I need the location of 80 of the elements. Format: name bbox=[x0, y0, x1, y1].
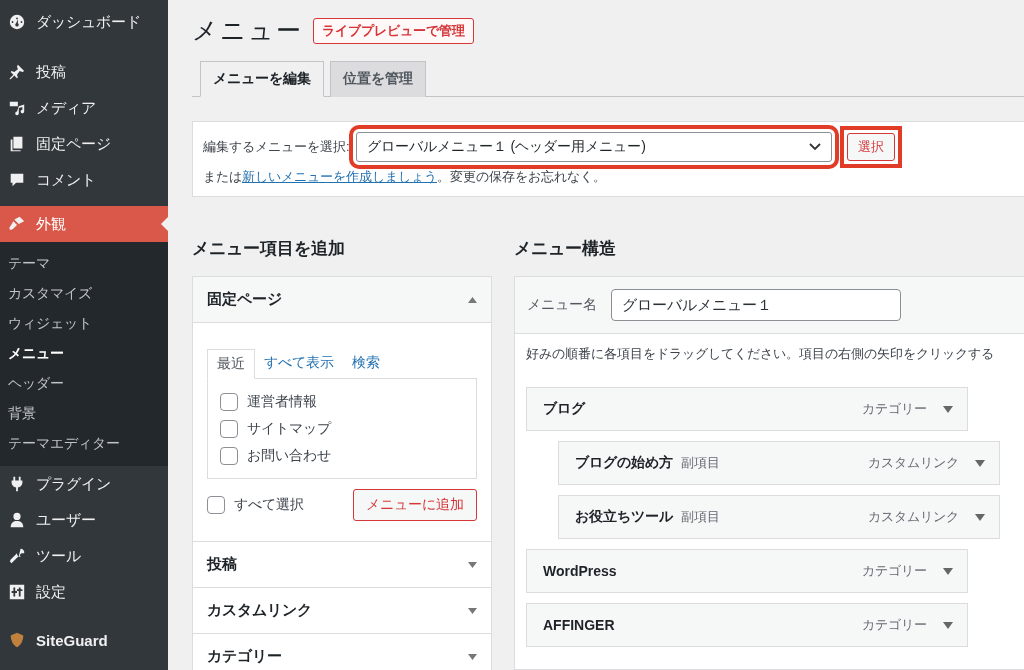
menu-item-type: カテゴリー bbox=[862, 616, 927, 634]
menu-item-type: カテゴリー bbox=[862, 562, 927, 580]
triangle-down-icon bbox=[975, 513, 985, 521]
sidebar-item[interactable]: ダッシュボード bbox=[0, 4, 168, 40]
create-menu-note: または新しいメニューを作成しましょう。変更の保存をお忘れなく。 bbox=[203, 168, 607, 186]
panel-tab[interactable]: すべて表示 bbox=[255, 349, 343, 378]
active-notch-icon bbox=[161, 217, 168, 231]
checkbox-label: すべて選択 bbox=[234, 496, 304, 514]
menu-name-input[interactable]: グローバルメニュー１ bbox=[611, 289, 901, 321]
menu-item-bar[interactable]: WordPress カテゴリー bbox=[526, 549, 968, 593]
submenu-item[interactable]: ヘッダー bbox=[0, 368, 168, 398]
sidebar-item-icon bbox=[8, 215, 26, 233]
page-title: メニュー bbox=[192, 15, 303, 46]
chevron-down-icon bbox=[808, 143, 821, 151]
instructions-text: 好みの順番に各項目をドラッグしてください。項目の右側の矢印をクリックする bbox=[526, 346, 995, 363]
sidebar-item[interactable]: SiteGuard bbox=[0, 622, 168, 658]
create-menu-link[interactable]: 新しいメニューを作成しましょう bbox=[242, 169, 437, 184]
menu-item-bar[interactable]: AFFINGER カテゴリー bbox=[526, 603, 968, 647]
sidebar-item[interactable]: 外観 bbox=[0, 206, 168, 242]
triangle-down-icon bbox=[943, 405, 953, 413]
submenu-item[interactable]: カスタマイズ bbox=[0, 278, 168, 308]
sidebar-item-icon bbox=[8, 63, 26, 81]
accordion-title: 固定ページ bbox=[207, 290, 282, 309]
accordion-header[interactable]: 固定ページ bbox=[193, 277, 491, 323]
menu-item-title: ブログ bbox=[543, 400, 585, 418]
menu-item-title: WordPress bbox=[543, 563, 617, 579]
sidebar-item[interactable]: 投稿 bbox=[0, 54, 168, 90]
checkbox-label: 運営者情報 bbox=[247, 393, 317, 411]
menu-item-bar[interactable]: ブログの始め方 副項目 カスタムリンク bbox=[558, 441, 1000, 485]
checkbox[interactable] bbox=[220, 420, 238, 438]
add-to-menu-button[interactable]: メニューに追加 bbox=[353, 489, 477, 521]
triangle-down-icon bbox=[943, 621, 953, 629]
menu-item-sublabel: 副項目 bbox=[681, 508, 720, 526]
triangle-down-icon bbox=[943, 567, 953, 575]
accordion-title: カスタムリンク bbox=[207, 601, 312, 620]
submenu-item[interactable]: テーマエディター bbox=[0, 428, 168, 458]
accordion-title: 投稿 bbox=[207, 555, 237, 574]
checkbox-label: お問い合わせ bbox=[247, 447, 331, 465]
menu-item-title: お役立ちツール bbox=[575, 508, 673, 526]
sidebar-item[interactable]: ユーザー bbox=[0, 502, 168, 538]
sidebar-item-icon bbox=[8, 547, 26, 565]
submenu-item[interactable]: メニュー bbox=[0, 338, 168, 368]
sidebar-item-icon bbox=[8, 511, 26, 529]
panel-tab[interactable]: 検索 bbox=[343, 349, 389, 378]
section-heading: メニュー項目を追加 bbox=[192, 238, 346, 260]
sidebar-item[interactable]: メディア bbox=[0, 90, 168, 126]
sidebar-item-icon bbox=[8, 583, 26, 601]
select-label: 編集するメニューを選択: bbox=[203, 138, 350, 156]
menu-item-type: カスタムリンク bbox=[868, 454, 959, 472]
sidebar-item[interactable]: コメント bbox=[0, 162, 168, 198]
menu-item-bar[interactable]: お役立ちツール 副項目 カスタムリンク bbox=[558, 495, 1000, 539]
sidebar-item[interactable]: プラグイン bbox=[0, 466, 168, 502]
section-heading: メニュー構造 bbox=[514, 238, 617, 260]
triangle-down-icon bbox=[975, 459, 985, 467]
checkbox-label: サイトマップ bbox=[247, 420, 331, 438]
submenu-item[interactable]: テーマ bbox=[0, 248, 168, 278]
sidebar-item[interactable]: 固定ページ bbox=[0, 126, 168, 162]
sidebar-item-icon bbox=[8, 99, 26, 117]
sidebar-item[interactable]: 設定 bbox=[0, 574, 168, 610]
menu-name-label: メニュー名 bbox=[527, 296, 597, 314]
menu-item-sublabel: 副項目 bbox=[681, 454, 720, 472]
menu-item-bar[interactable]: ブログ カテゴリー bbox=[526, 387, 968, 431]
nav-tab[interactable]: メニューを編集 bbox=[200, 61, 324, 97]
live-preview-button[interactable]: ライブプレビューで管理 bbox=[313, 17, 474, 44]
checkbox[interactable] bbox=[207, 496, 225, 514]
select-button[interactable]: 選択 bbox=[846, 133, 895, 161]
sidebar-item-icon bbox=[8, 13, 26, 31]
panel-tab[interactable]: 最近 bbox=[207, 349, 255, 379]
menu-item-title: AFFINGER bbox=[543, 617, 615, 633]
checkbox[interactable] bbox=[220, 393, 238, 411]
menu-item-type: カテゴリー bbox=[862, 400, 927, 418]
nav-tab[interactable]: 位置を管理 bbox=[330, 61, 426, 97]
sidebar-item[interactable]: ツール bbox=[0, 538, 168, 574]
menu-item-title: ブログの始め方 bbox=[575, 454, 673, 472]
sidebar-item-icon bbox=[8, 631, 26, 649]
checkbox[interactable] bbox=[220, 447, 238, 465]
submenu-item[interactable]: 背景 bbox=[0, 398, 168, 428]
accordion-title: カテゴリー bbox=[207, 647, 282, 666]
menu-item-type: カスタムリンク bbox=[868, 508, 959, 526]
submenu-item[interactable]: ウィジェット bbox=[0, 308, 168, 338]
